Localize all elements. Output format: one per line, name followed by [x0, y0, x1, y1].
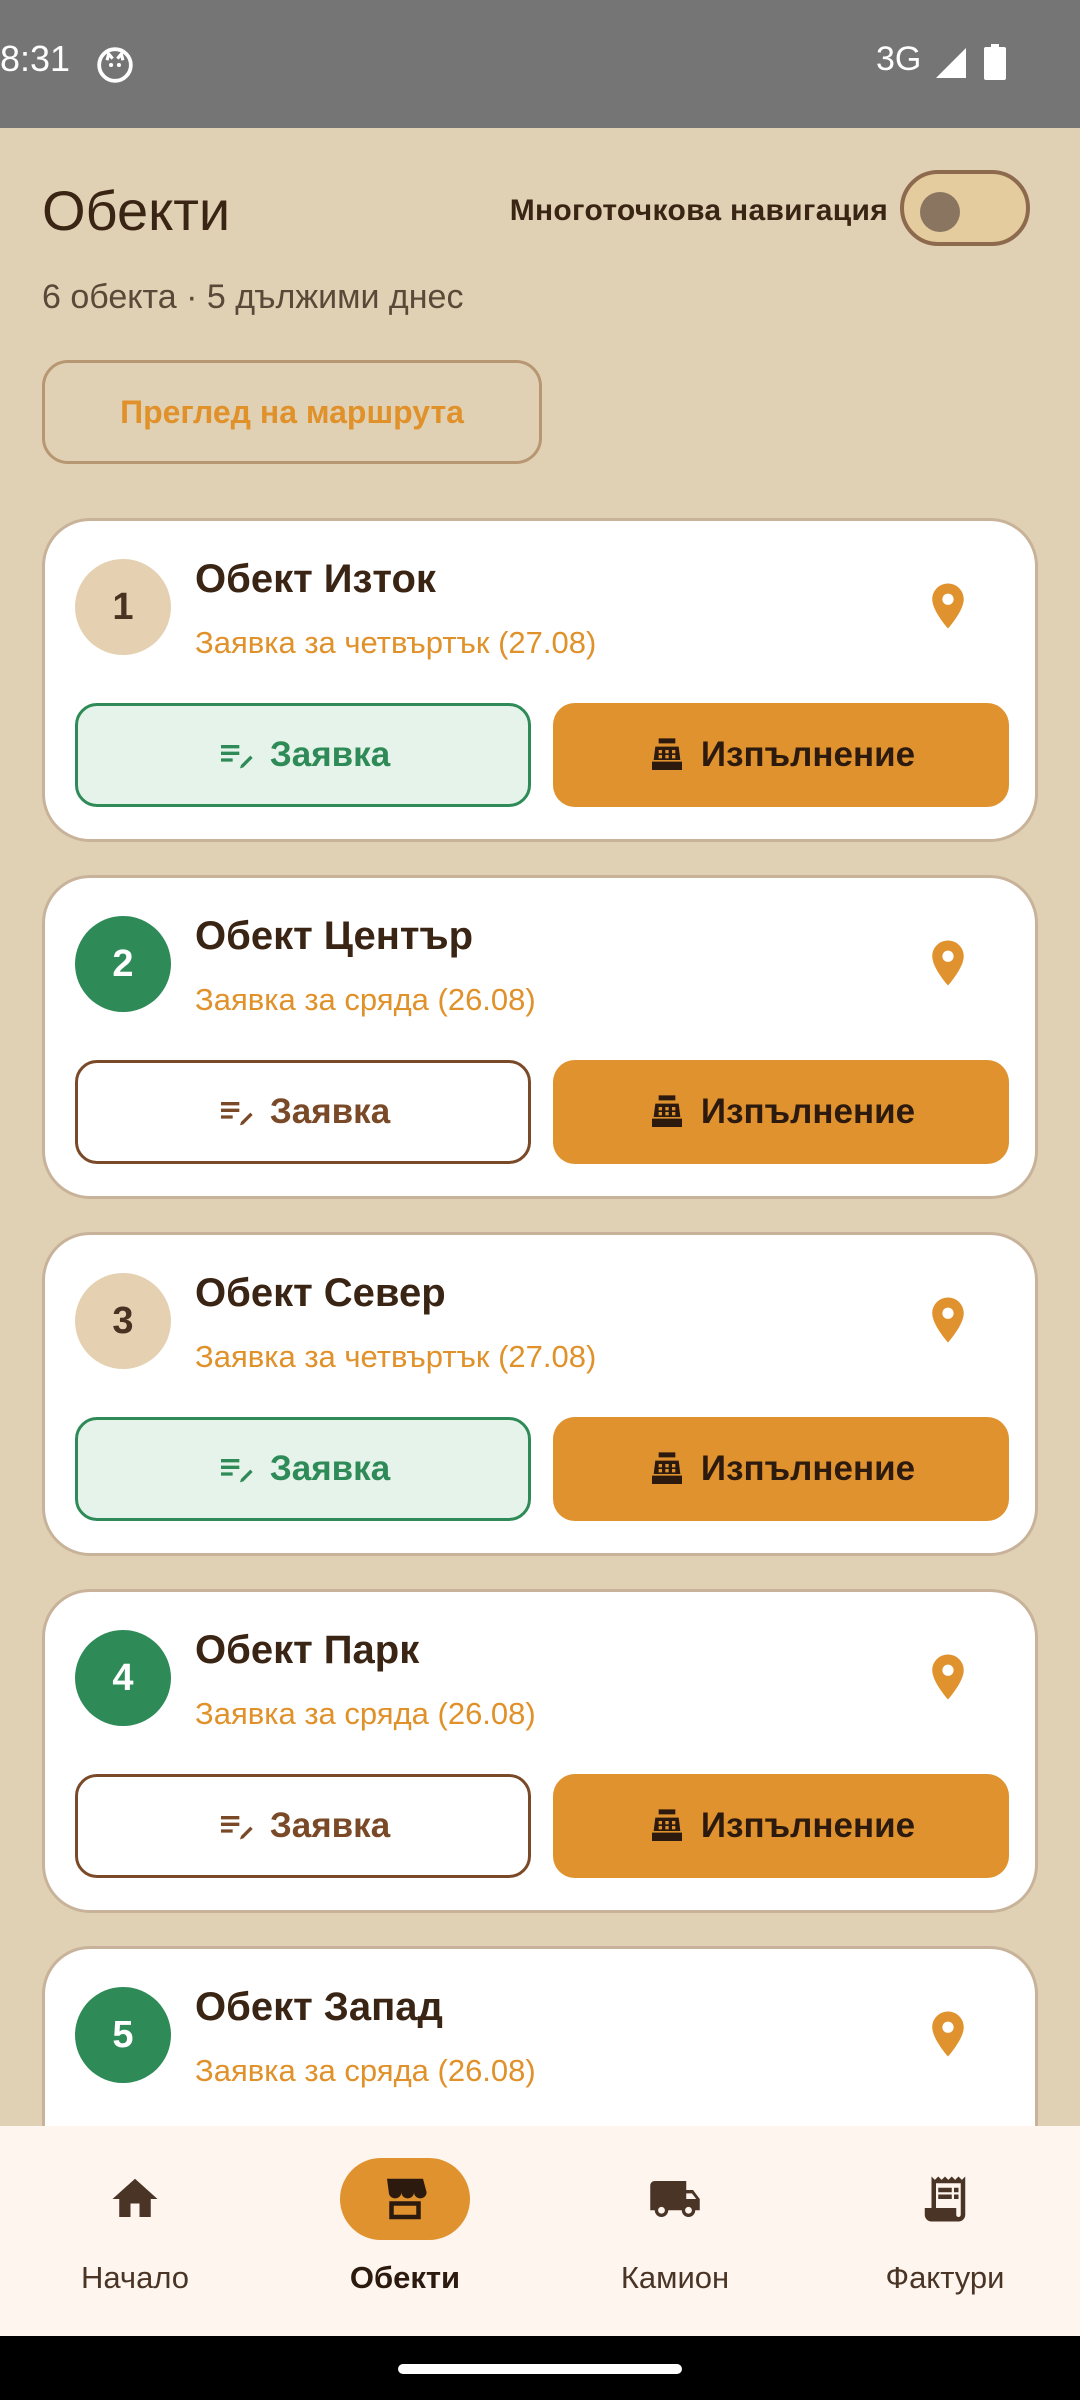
order-button[interactable]: Заявка [75, 1060, 531, 1164]
bottom-navigation: Начало Обекти Камион Фактури [0, 2126, 1080, 2336]
order-label: Заявка [269, 735, 391, 774]
object-number-badge: 5 [75, 1987, 171, 2083]
status-time: 8:31 [0, 38, 71, 79]
page-title: Обекти [42, 179, 231, 242]
edit-note-icon [220, 1459, 253, 1483]
location-pin-icon[interactable] [921, 1293, 975, 1347]
execute-button[interactable]: Изпълнение [553, 1774, 1009, 1878]
object-number-badge: 1 [75, 559, 171, 655]
edit-note-icon [220, 1102, 253, 1126]
network-type: 3G [876, 40, 922, 78]
order-button[interactable]: Заявка [75, 703, 531, 807]
nav-item-objects[interactable]: Обекти [270, 2126, 540, 2336]
nav-item-home[interactable]: Начало [0, 2126, 270, 2336]
order-date: Заявка за сряда (26.08) [195, 982, 536, 1017]
edit-note-icon [220, 745, 253, 769]
object-card[interactable]: 5 Обект Запад Заявка за сряда (26.08) [42, 1946, 1038, 2126]
signal-icon [936, 48, 966, 78]
store-icon [387, 2178, 427, 2220]
location-pin-icon[interactable] [921, 579, 975, 633]
order-date: Заявка за сряда (26.08) [195, 1696, 536, 1731]
route-preview-button[interactable]: Преглед на маршрута [42, 360, 542, 464]
nav-label: Фактури [885, 2260, 1005, 2295]
objects-screen: Обекти Многоточкова навигация 6 обекта ·… [0, 128, 1080, 2126]
object-card[interactable]: 2 Обект Център Заявка за сряда (26.08) З… [42, 875, 1038, 1199]
order-label: Заявка [269, 1449, 391, 1488]
execute-button[interactable]: Изпълнение [553, 1417, 1009, 1521]
location-pin-icon[interactable] [921, 936, 975, 990]
execute-label: Изпълнение [700, 1806, 916, 1845]
edit-note-icon [220, 1816, 253, 1840]
nav-label: Камион [620, 2260, 730, 2295]
cat-notification-icon [97, 47, 133, 83]
system-navigation-bar [0, 2336, 1080, 2400]
object-card[interactable]: 1 Обект Изток Заявка за четвъртък (27.08… [42, 518, 1038, 842]
object-name: Обект Парк [195, 1628, 420, 1672]
object-card[interactable]: 3 Обект Север Заявка за четвъртък (27.08… [42, 1232, 1038, 1556]
object-name: Обект Север [195, 1271, 446, 1315]
order-label: Заявка [269, 1092, 391, 1131]
battery-icon [984, 44, 1006, 80]
order-button[interactable]: Заявка [75, 1417, 531, 1521]
object-number-badge: 2 [75, 916, 171, 1012]
multi-nav-toggle[interactable] [900, 170, 1030, 246]
location-pin-icon[interactable] [921, 2007, 975, 2061]
nav-pill [610, 2158, 740, 2240]
nav-label: Начало [80, 2260, 189, 2295]
nav-pill [880, 2158, 1010, 2240]
home-indicator[interactable] [398, 2364, 682, 2374]
object-name: Обект Запад [195, 1985, 443, 2029]
nav-label: Обекти [349, 2260, 461, 2295]
receipt-icon [924, 2176, 966, 2222]
cash-register-icon [651, 1095, 682, 1127]
location-pin-icon[interactable] [921, 1650, 975, 1704]
nav-pill [70, 2158, 200, 2240]
object-number-badge: 4 [75, 1630, 171, 1726]
execute-button[interactable]: Изпълнение [553, 1060, 1009, 1164]
home-icon [112, 2178, 158, 2217]
object-name: Обект Изток [195, 557, 436, 601]
nav-item-truck[interactable]: Камион [540, 2126, 810, 2336]
objects-summary: 6 обекта · 5 дължими днес [42, 278, 464, 316]
status-bar: 8:31 3G [0, 0, 1080, 128]
execute-label: Изпълнение [700, 735, 916, 774]
object-card[interactable]: 4 Обект Парк Заявка за сряда (26.08) Зая… [42, 1589, 1038, 1913]
execute-button[interactable]: Изпълнение [553, 703, 1009, 807]
order-date: Заявка за четвъртък (27.08) [195, 625, 597, 660]
object-number-badge: 3 [75, 1273, 171, 1369]
order-label: Заявка [269, 1806, 391, 1845]
toggle-knob [920, 192, 960, 232]
cash-register-icon [651, 1452, 682, 1484]
truck-icon [650, 2181, 700, 2217]
multi-nav-label: Многоточкова навигация [509, 194, 888, 227]
nav-item-invoices[interactable]: Фактури [810, 2126, 1080, 2336]
cash-register-icon [651, 738, 682, 770]
execute-label: Изпълнение [700, 1449, 916, 1488]
nav-pill [340, 2158, 470, 2240]
cash-register-icon [651, 1809, 682, 1841]
order-button[interactable]: Заявка [75, 1774, 531, 1878]
object-name: Обект Център [195, 914, 474, 958]
order-date: Заявка за сряда (26.08) [195, 2053, 536, 2088]
execute-label: Изпълнение [700, 1092, 916, 1131]
order-date: Заявка за четвъртък (27.08) [195, 1339, 597, 1374]
